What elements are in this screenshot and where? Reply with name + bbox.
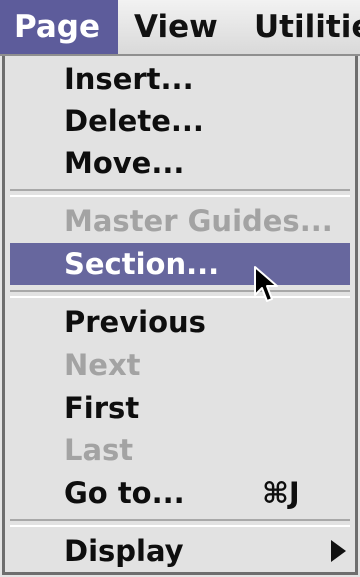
arrow-pointer-icon (254, 266, 278, 302)
menu-item-display[interactable]: Display (10, 530, 350, 572)
menu-utilities-label: Utilitie (254, 9, 360, 45)
menu-item-label: Section... (64, 247, 220, 281)
menu-item-first[interactable]: First (10, 387, 350, 429)
menu-item-label: Master Guides... (64, 204, 333, 238)
menu-item-label: Insert... (64, 62, 194, 96)
menu-page-label: Page (14, 9, 101, 45)
page-menu-dropdown: Insert... Delete... Move... Master Guide… (0, 56, 360, 577)
menu-item-label: Go to... (64, 476, 185, 510)
menu-view[interactable]: View (118, 0, 236, 54)
menu-frame: Insert... Delete... Move... Master Guide… (2, 56, 358, 575)
menu-item-previous[interactable]: Previous (10, 301, 350, 343)
submenu-arrow-icon (331, 540, 346, 562)
menu-item-label: Display (64, 534, 184, 568)
menu-item-go-to[interactable]: Go to... ⌘J (10, 472, 350, 514)
menu-separator (10, 519, 350, 527)
menu-separator (10, 290, 350, 298)
menu-item-label: Next (64, 348, 141, 382)
menu-item-delete[interactable]: Delete... (10, 100, 350, 142)
menu-item-next: Next (10, 344, 350, 386)
menu-item-label: Previous (64, 305, 206, 339)
menu-page[interactable]: Page (0, 0, 118, 54)
menu-item-label: Move... (64, 146, 185, 180)
menu-bar: Page View Utilitie (0, 0, 360, 56)
menu-item-section[interactable]: Section... (10, 243, 350, 285)
menu-utilities[interactable]: Utilitie (236, 0, 360, 54)
menu-item-move[interactable]: Move... (10, 142, 350, 184)
menu-item-last: Last (10, 429, 350, 471)
menu-item-label: Last (64, 433, 134, 467)
shortcut-label: ⌘J (262, 476, 300, 510)
menu-item-master-guides: Master Guides... (10, 200, 350, 242)
menu-separator (10, 189, 350, 197)
menu-item-label: First (64, 391, 140, 425)
menu-item-label: Delete... (64, 104, 204, 138)
menu-view-label: View (134, 9, 218, 45)
menu-item-insert[interactable]: Insert... (10, 58, 350, 100)
